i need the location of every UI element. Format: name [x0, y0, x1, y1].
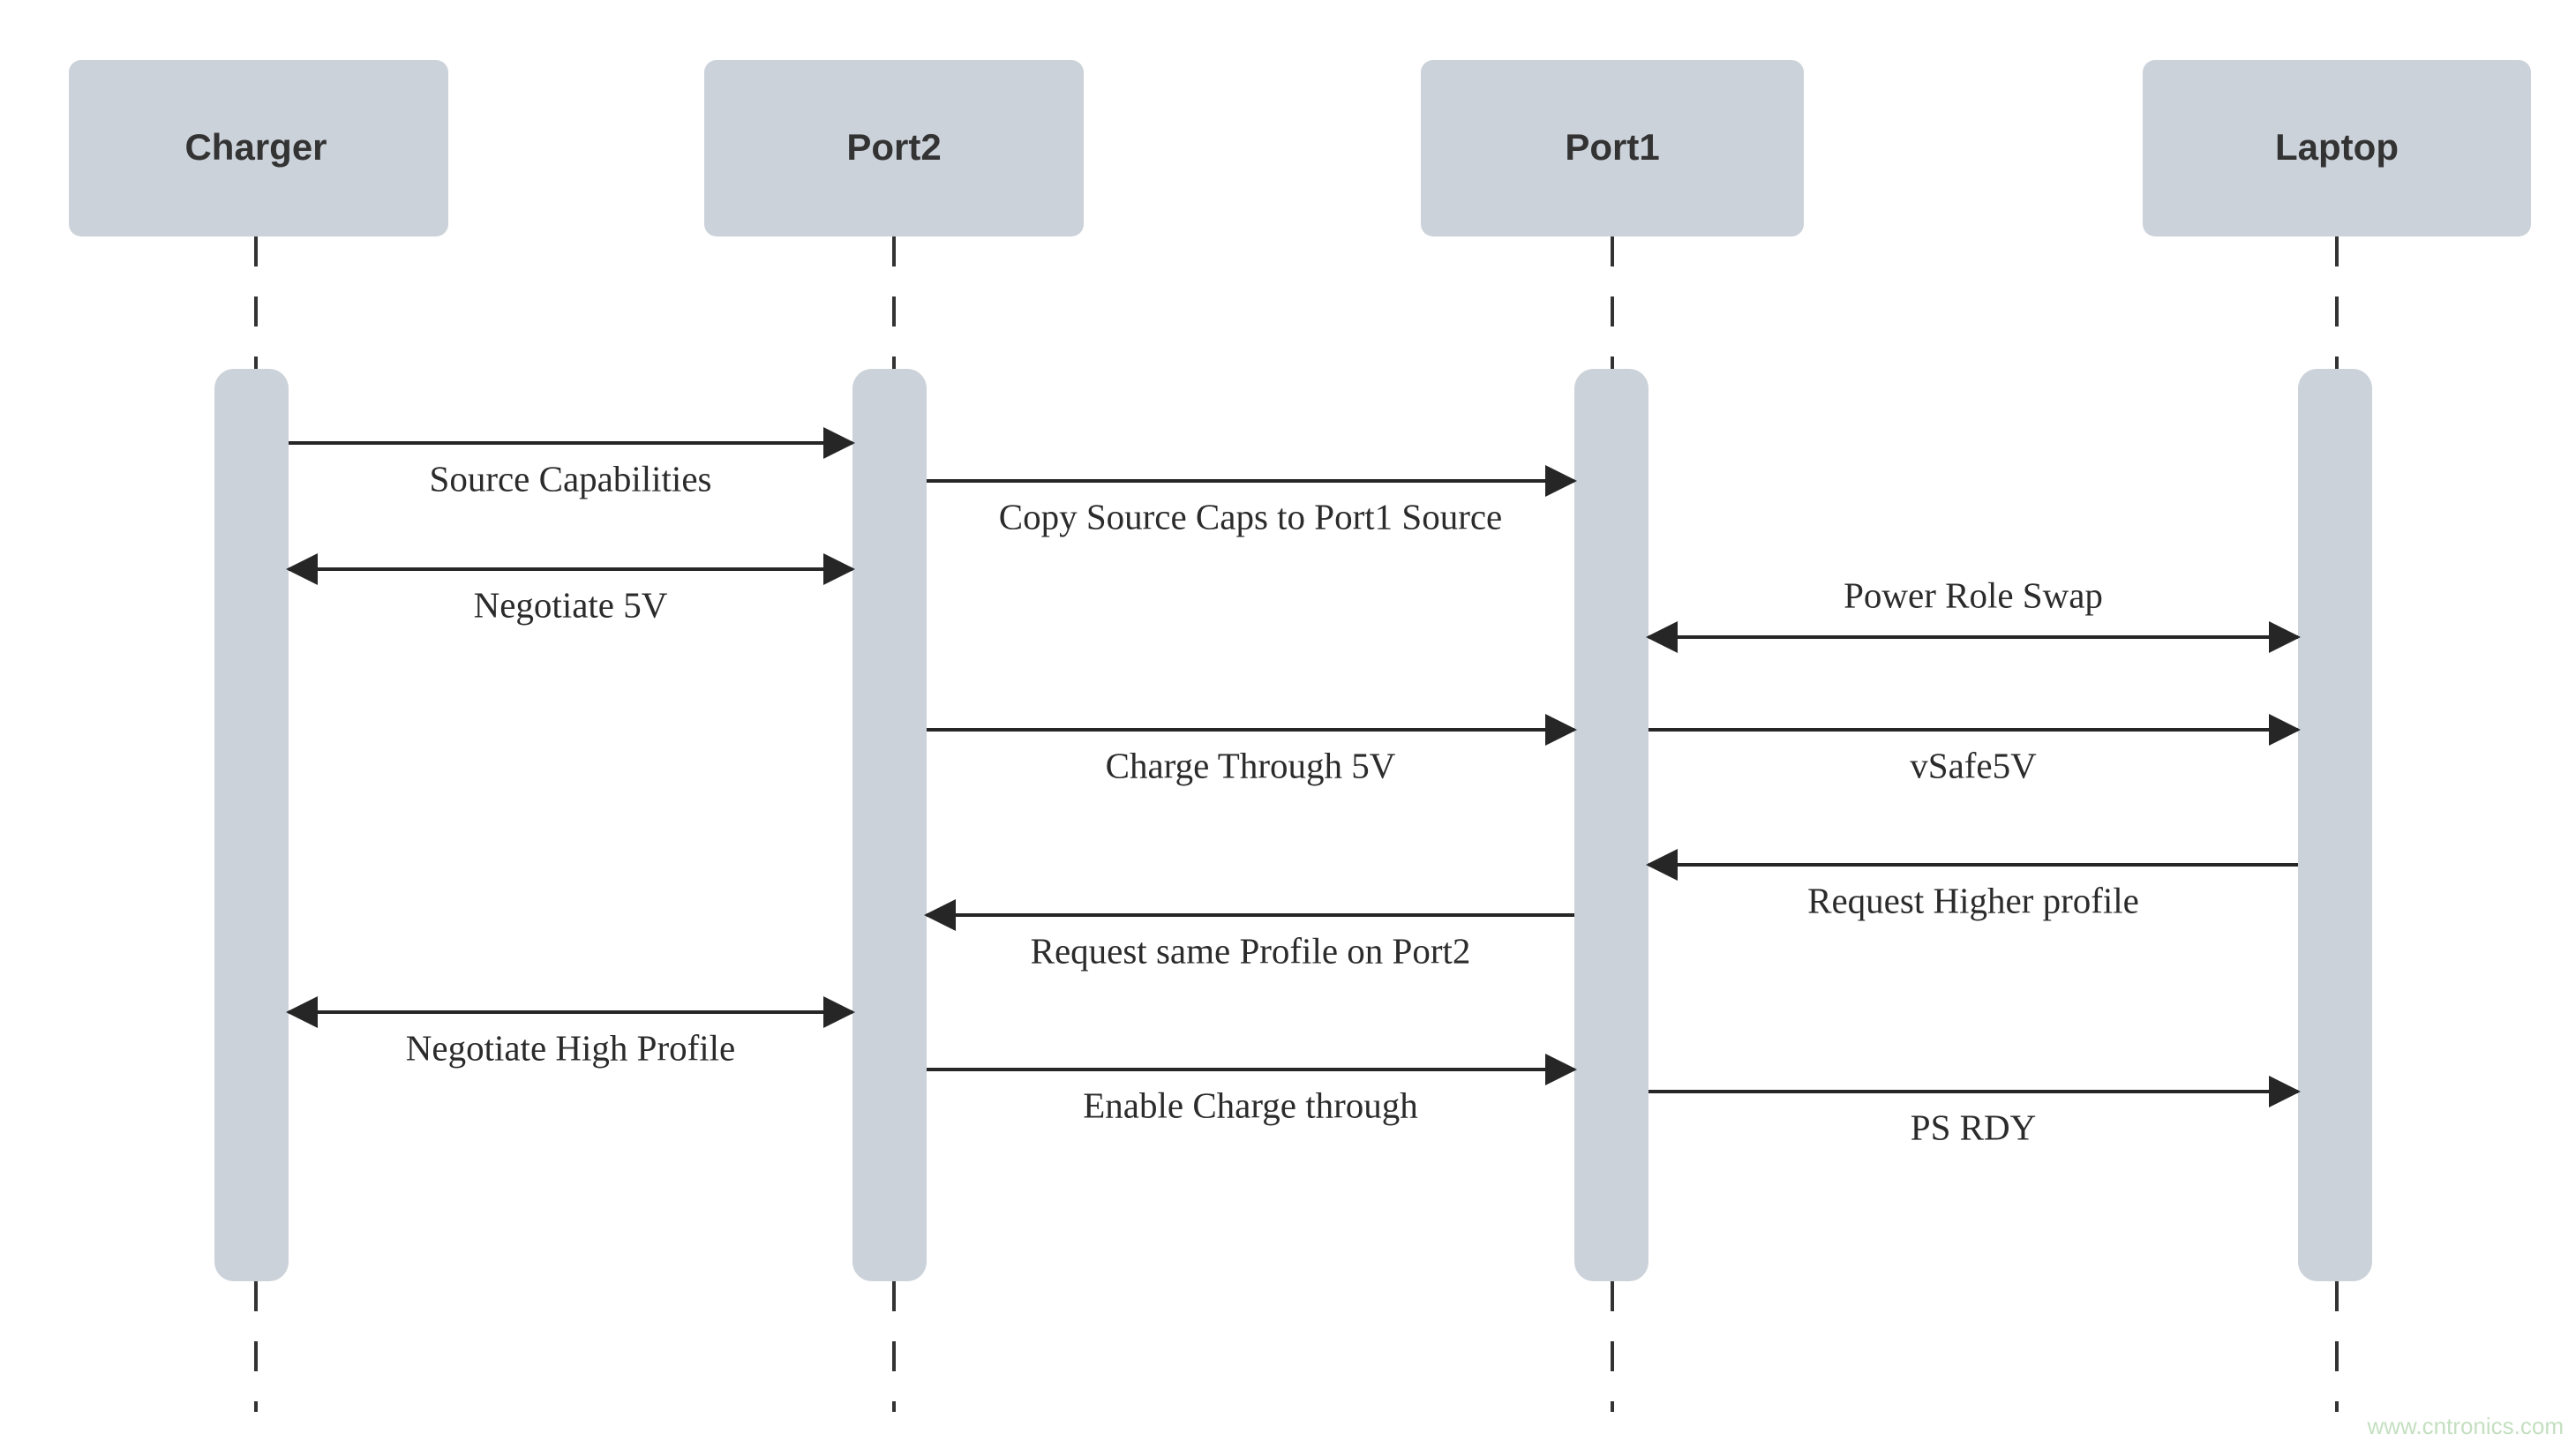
message-label-m8: Request same Profile on Port2: [1031, 930, 1471, 971]
message-label-m2: Copy Source Caps to Port1 Source: [999, 496, 1503, 537]
participant-label-charger: Charger: [184, 126, 327, 168]
lifeline-group-top: [254, 236, 2339, 369]
message-label-m7: Request Higher profile: [1807, 880, 2139, 920]
message-label-m6: vSafe5V: [1910, 745, 2037, 785]
message-label-m1: Source Capabilities: [430, 458, 712, 499]
participant-box-group: Charger Port2 Port1 Laptop: [69, 60, 2531, 236]
message-label-m5: Charge Through 5V: [1106, 745, 1396, 785]
sequence-diagram-svg: Charger Port2 Port1 Laptop Source Capabilit…: [69, 60, 2565, 1439]
message-group: Source Capabilities Copy Source Caps to P…: [286, 427, 2301, 1147]
diagram-canvas: Charger Port2 Port1 Laptop Source Capabilit…: [0, 0, 2576, 1456]
participant-label-port2: Port2: [846, 126, 941, 168]
lifeline-group-bottom: [254, 1281, 2339, 1412]
message-label-m10: Enable Charge through: [1083, 1084, 1418, 1125]
message-label-m9: Negotiate High Profile: [406, 1027, 735, 1068]
activation-bar-port2: [852, 369, 927, 1281]
participant-label-laptop: Laptop: [2275, 126, 2399, 168]
activation-bar-laptop: [2298, 369, 2372, 1281]
message-label-m3: Negotiate 5V: [474, 584, 668, 625]
activation-bar-charger: [214, 369, 289, 1281]
participant-label-port1: Port1: [1565, 126, 1659, 168]
activation-bar-port1: [1574, 369, 1648, 1281]
message-label-m11: PS RDY: [1911, 1107, 2036, 1147]
message-label-m4: Power Role Swap: [1844, 574, 2103, 615]
site-watermark: www.cntronics.com: [2367, 1413, 2565, 1439]
